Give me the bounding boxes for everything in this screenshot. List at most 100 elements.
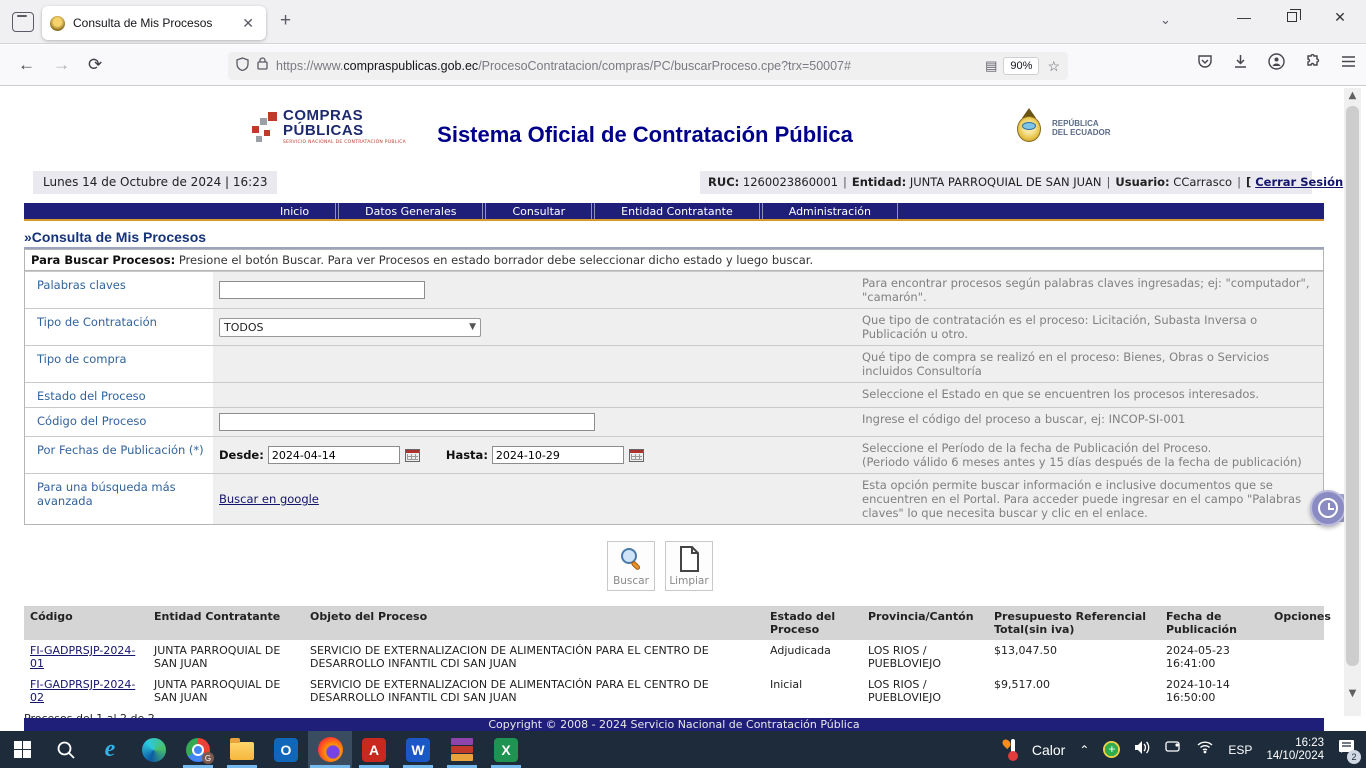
firefox-icon [318, 737, 343, 762]
table-row: FI-GADPRSJP-2024-02 JUNTA PARROQUIAL DE … [24, 674, 1324, 708]
col-estado: Estado del Proceso [764, 606, 862, 640]
antivirus-icon[interactable] [1103, 741, 1120, 758]
wifi-icon[interactable] [1196, 740, 1214, 759]
window-controls: — ✕ [1220, 0, 1366, 34]
taskbar-file-explorer[interactable] [220, 731, 264, 768]
start-button[interactable] [0, 731, 44, 768]
table-header-row: Código Entidad Contratante Objeto del Pr… [24, 606, 1324, 640]
url-bar[interactable]: https://www.compraspublicas.gob.ec/Proce… [228, 52, 1068, 80]
browser-tab[interactable]: Consulta de Mis Procesos ✕ [42, 6, 266, 40]
minimize-button[interactable]: — [1220, 0, 1268, 34]
taskbar-edge[interactable] [132, 731, 176, 768]
taskbar-word[interactable]: W [396, 731, 440, 768]
windows-logo-icon [14, 741, 31, 758]
purchase-type-area [213, 346, 858, 382]
lock-icon[interactable] [257, 57, 268, 75]
google-search-link[interactable]: Buscar en google [219, 492, 319, 506]
col-objeto: Objeto del Proceso [304, 606, 764, 640]
scroll-down-arrow-icon[interactable]: ▼ [1344, 686, 1361, 702]
excel-icon: X [494, 738, 518, 762]
account-icon[interactable] [1268, 53, 1285, 70]
col-opciones: Opciones [1268, 606, 1324, 640]
nav-item-datos-generales[interactable]: Datos Generales [338, 203, 483, 219]
reader-view-icon[interactable]: ▤ [985, 58, 997, 74]
form-row-palabras-claves: Palabras claves Para encontrar procesos … [25, 271, 1323, 308]
weather-label[interactable]: Calor [1032, 742, 1065, 758]
republica-ecuador-logo: REPÚBLICA DEL ECUADOR [1012, 108, 1111, 148]
restore-button[interactable] [1268, 0, 1316, 34]
taskbar-winrar[interactable] [440, 731, 484, 768]
downloads-icon[interactable] [1233, 54, 1248, 69]
form-row-estado-proceso: Estado del Proceso Seleccione el Estado … [25, 382, 1323, 407]
page-scrollbar[interactable]: ▲ ▼ [1344, 88, 1361, 716]
col-entidad: Entidad Contratante [148, 606, 304, 640]
form-row-tipo-contratacion: Tipo de Contratación TODOS▼ Que tipo de … [25, 308, 1323, 345]
search-form: Para Buscar Procesos: Presione el botón … [24, 249, 1324, 525]
reload-button[interactable]: ⟳ [88, 55, 102, 75]
process-code-link[interactable]: FI-GADPRSJP-2024-01 [30, 644, 135, 670]
acrobat-icon: A [362, 738, 386, 762]
col-codigo: Código [24, 606, 148, 640]
form-row-codigo-proceso: Código del Proceso Ingrese el código del… [25, 407, 1323, 436]
pocket-icon[interactable] [1197, 54, 1213, 69]
clock-date[interactable]: 16:23 14/10/2024 [1266, 737, 1324, 763]
forward-button[interactable]: → [53, 55, 70, 75]
taskbar-outlook[interactable]: O [264, 731, 308, 768]
scrollbar-thumb[interactable] [1346, 106, 1359, 666]
process-state-area [213, 383, 858, 407]
buscar-button[interactable]: Buscar [607, 541, 655, 591]
notification-center-icon[interactable]: 2 [1338, 739, 1356, 760]
new-tab-button[interactable]: + [280, 10, 291, 32]
taskbar-chrome[interactable]: G [176, 731, 220, 768]
date-to-input[interactable] [492, 446, 624, 464]
firefox-view-icon[interactable] [12, 12, 34, 32]
process-code-link[interactable]: FI-GADPRSJP-2024-02 [30, 678, 135, 704]
table-row: FI-GADPRSJP-2024-01 JUNTA PARROQUIAL DE … [24, 640, 1324, 674]
volume-icon[interactable] [1134, 740, 1151, 760]
taskbar-firefox-active[interactable] [308, 731, 352, 768]
internet-explorer-icon: e [105, 736, 116, 763]
scroll-up-arrow-icon[interactable]: ▲ [1344, 88, 1361, 104]
logout-link[interactable]: Cerrar Sesión [1255, 175, 1343, 189]
limpiar-button[interactable]: Limpiar [665, 541, 713, 591]
bookmark-star-icon[interactable]: ☆ [1047, 58, 1060, 75]
process-code-input[interactable] [219, 413, 595, 431]
col-provincia: Provincia/Cantón [862, 606, 988, 640]
list-tabs-chevron-icon[interactable]: ⌄ [1160, 12, 1171, 28]
col-presupuesto: Presupuesto Referencial Total(sin iva) [988, 606, 1160, 640]
zoom-level-indicator[interactable]: 90% [1003, 57, 1039, 75]
clock-icon [1310, 490, 1346, 526]
back-button[interactable]: ← [18, 55, 35, 75]
weather-temperature-icon[interactable] [1008, 739, 1018, 761]
taskbar-excel[interactable]: X [484, 731, 528, 768]
date-from-input[interactable] [268, 446, 400, 464]
meet-now-icon[interactable] [1165, 740, 1182, 759]
extensions-icon[interactable] [1305, 54, 1321, 70]
contract-type-select[interactable]: TODOS▼ [219, 318, 481, 337]
page-footer: Copyright © 2008 - 2024 Servicio Naciona… [24, 718, 1324, 732]
word-icon: W [406, 738, 430, 762]
language-indicator[interactable]: ESP [1228, 743, 1252, 757]
page-content: COMPRAS PÚBLICAS SERVICIO NACIONAL DE CO… [0, 86, 1366, 731]
main-navigation: Inicio Datos Generales Consultar Entidad… [24, 203, 1324, 221]
chrome-profile-badge: G [202, 752, 214, 764]
calendar-icon[interactable] [629, 449, 644, 462]
menu-hamburger-icon[interactable] [1341, 55, 1356, 68]
calendar-icon[interactable] [405, 449, 420, 462]
tab-close-icon[interactable]: ✕ [238, 13, 258, 34]
hidden-icons-chevron-icon[interactable]: ⌃ [1079, 743, 1089, 757]
tracking-shield-icon[interactable] [236, 57, 249, 76]
nav-item-inicio[interactable]: Inicio [254, 203, 336, 219]
site-favicon [50, 16, 65, 31]
keywords-input[interactable] [219, 281, 425, 299]
col-fecha: Fecha de Publicación [1160, 606, 1268, 640]
taskbar-search-button[interactable] [44, 731, 88, 768]
nav-item-entidad-contratante[interactable]: Entidad Contratante [594, 203, 760, 219]
close-button[interactable]: ✕ [1316, 0, 1364, 34]
url-text: https://www.compraspublicas.gob.ec/Proce… [276, 59, 979, 73]
nav-item-administracion[interactable]: Administración [762, 203, 898, 219]
taskbar-internet-explorer[interactable]: e [88, 731, 132, 768]
taskbar-acrobat[interactable]: A [352, 731, 396, 768]
form-row-tipo-compra: Tipo de compra Qué tipo de compra se rea… [25, 345, 1323, 382]
nav-item-consultar[interactable]: Consultar [485, 203, 592, 219]
